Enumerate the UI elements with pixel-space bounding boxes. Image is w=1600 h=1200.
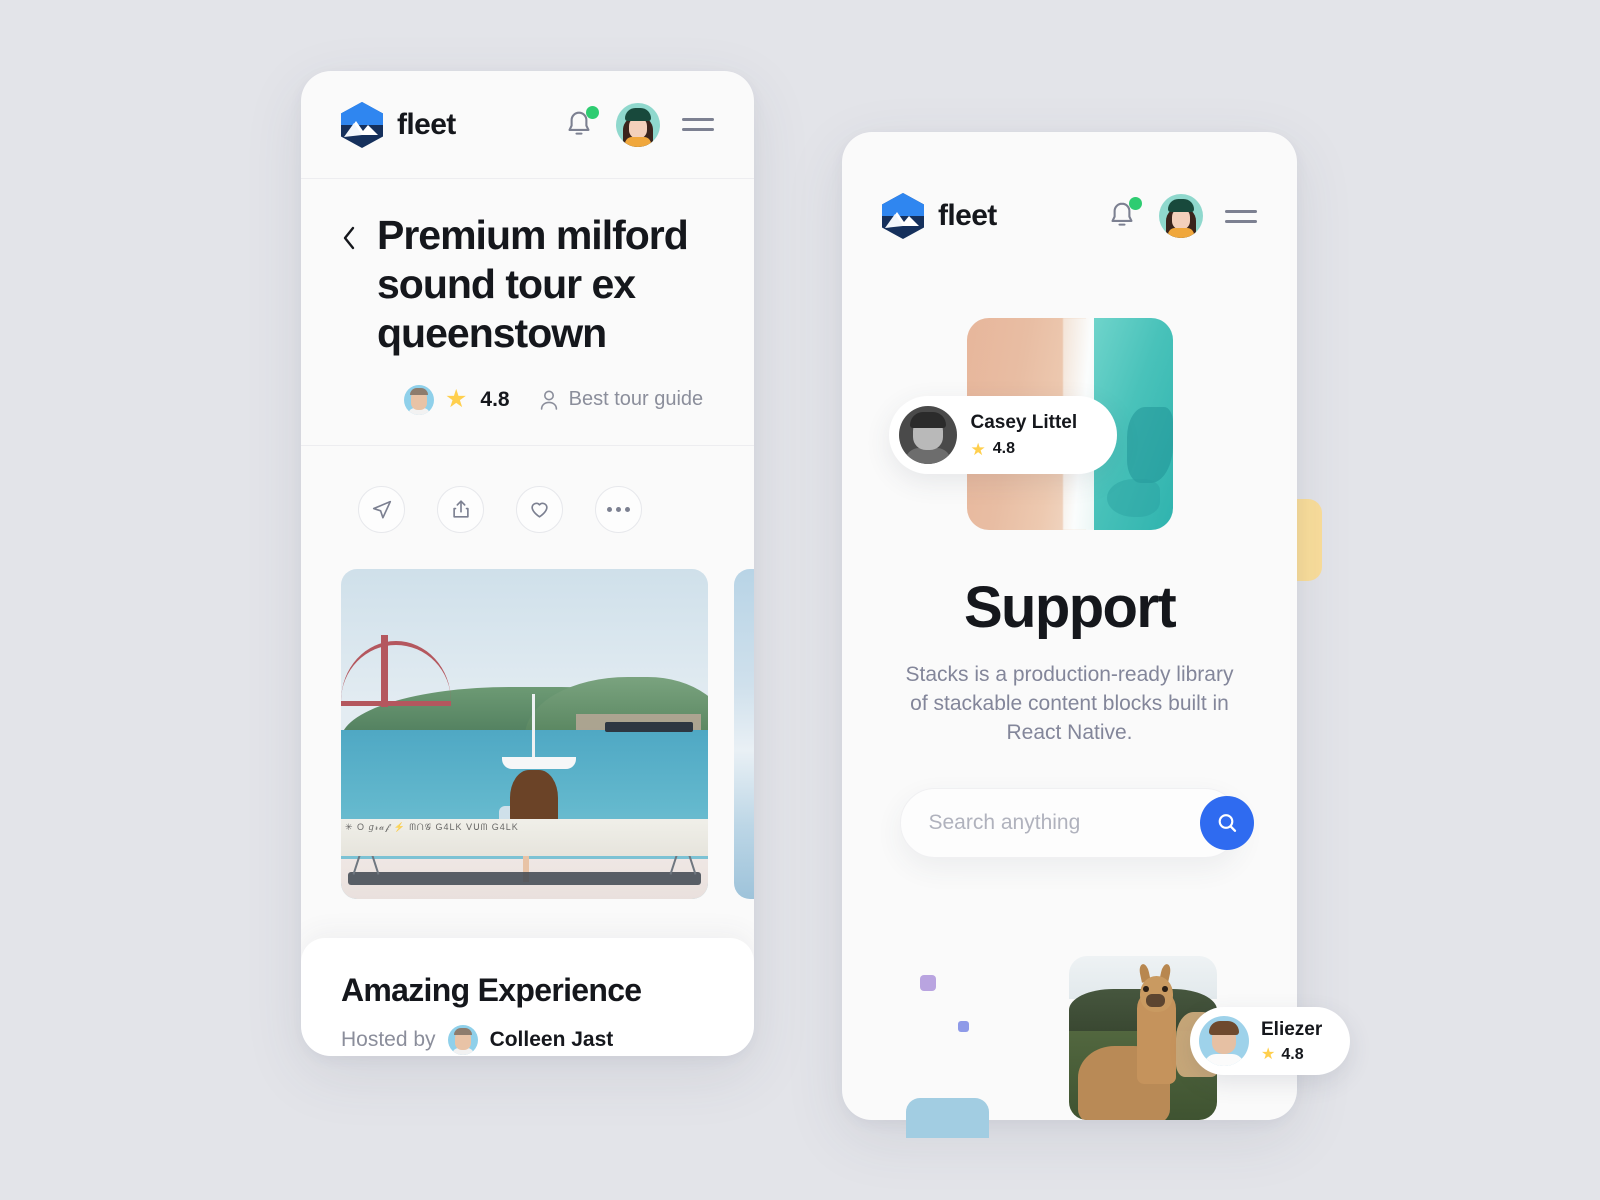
- user-avatar-left[interactable]: [616, 102, 660, 147]
- notification-bell-button[interactable]: [564, 105, 599, 141]
- heart-icon: [531, 502, 548, 518]
- chevron-left-icon[interactable]: [341, 225, 357, 251]
- paper-plane-icon: [372, 500, 391, 519]
- favorite-button[interactable]: [516, 485, 563, 533]
- host-avatar[interactable]: [447, 1025, 478, 1055]
- eliezer-rating: ★ 4.8: [1261, 1046, 1322, 1064]
- experience-title: Amazing Experience: [341, 972, 642, 1008]
- ellipsis-icon: [607, 506, 630, 512]
- graffiti-text: ✳ O 𝑔𝓇𝒶𝒻 ⚡ ᗰᑎ𝒢 G4LK ᐯᑌᗰ G4LK: [345, 822, 519, 833]
- header-actions-left: [564, 102, 714, 147]
- page-title: Premium milford sound tour ex queenstown: [377, 212, 689, 357]
- person-outline-icon: [540, 390, 557, 410]
- eliezer-name: Eliezer: [1261, 1018, 1323, 1040]
- brand-name-left: fleet: [397, 107, 456, 141]
- user-avatar-right[interactable]: [1159, 194, 1203, 238]
- share-button[interactable]: [437, 485, 484, 533]
- hero-section: Casey Littel ★ 4.8: [888, 318, 1173, 530]
- mountain-hexagon-logo-icon: [341, 101, 383, 148]
- app-header-right: fleet: [842, 132, 1297, 300]
- notification-bell-button[interactable]: [1107, 197, 1142, 232]
- search-bar[interactable]: [899, 787, 1254, 858]
- brand-logo-left[interactable]: fleet: [341, 101, 456, 148]
- waterfront-photo[interactable]: ✳ O 𝑔𝓇𝒶𝒻 ⚡ ᗰᑎ𝒢 G4LK ᐯᑌᗰ G4LK: [341, 568, 708, 899]
- rating-value: 4.8: [480, 387, 510, 411]
- search-icon: [1218, 814, 1236, 832]
- tour-meta-row: ★ 4.8 Best tour guide: [404, 384, 714, 415]
- casey-rating: ★ 4.8: [971, 440, 1078, 458]
- eliezer-profile-pill[interactable]: Eliezer ★ 4.8: [1190, 1007, 1350, 1075]
- host-name: Colleen Jast: [489, 1028, 614, 1051]
- blue-rect-decoration: [906, 1098, 989, 1138]
- tour-photo-gallery[interactable]: ✳ O 𝑔𝓇𝒶𝒻 ⚡ ᗰᑎ𝒢 G4LK ᐯᑌᗰ G4LK: [301, 533, 754, 899]
- eliezer-rating-value: 4.8: [1281, 1045, 1304, 1063]
- hamburger-menu-button-left[interactable]: [682, 111, 714, 138]
- indigo-square-decoration: [958, 1021, 969, 1032]
- casey-rating-value: 4.8: [992, 440, 1015, 457]
- search-input[interactable]: [928, 810, 1200, 835]
- notification-unread-dot: [586, 105, 599, 119]
- brand-logo-right[interactable]: fleet: [882, 193, 997, 239]
- send-button[interactable]: [358, 485, 405, 533]
- phone-screen-tour-detail: fleet Premium milford sound tour ex quee…: [301, 71, 754, 1056]
- header-actions-right: [1107, 194, 1257, 238]
- purple-square-decoration: [920, 975, 936, 991]
- star-icon: ★: [445, 385, 468, 414]
- more-button[interactable]: [595, 485, 642, 533]
- guide-avatar[interactable]: [404, 384, 434, 415]
- search-submit-button[interactable]: [1199, 795, 1254, 850]
- star-icon: ★: [1261, 1045, 1276, 1063]
- guide-label: Best tour guide: [568, 388, 704, 411]
- brand-name-right: fleet: [938, 199, 997, 232]
- casey-name: Casey Littel: [970, 412, 1078, 433]
- star-icon: ★: [970, 439, 986, 459]
- notification-unread-dot: [1129, 197, 1142, 210]
- host-row: Hosted by Colleen Jast: [341, 1025, 714, 1055]
- search-section: [899, 787, 1254, 858]
- casey-avatar: [898, 406, 957, 464]
- mountain-hexagon-logo-icon: [882, 193, 924, 239]
- support-description: Stacks is a production-ready library of …: [905, 663, 1234, 744]
- eliezer-avatar: [1199, 1016, 1249, 1066]
- sky-photo[interactable]: [734, 568, 754, 899]
- hosted-by-label: Hosted by: [341, 1028, 436, 1051]
- experience-card: Amazing Experience Hosted by Colleen Jas…: [301, 938, 754, 1056]
- support-page-title: Support: [963, 575, 1177, 640]
- casey-profile-pill[interactable]: Casey Littel ★ 4.8: [888, 396, 1118, 474]
- tour-action-row: [301, 446, 754, 533]
- tour-title-block: Premium milford sound tour ex queenstown…: [301, 179, 754, 446]
- hamburger-menu-button-right[interactable]: [1225, 203, 1257, 230]
- share-upload-icon: [452, 500, 469, 518]
- app-header-left: fleet: [301, 71, 754, 179]
- canvas: fleet Premium milford sound tour ex quee…: [0, 0, 1600, 1200]
